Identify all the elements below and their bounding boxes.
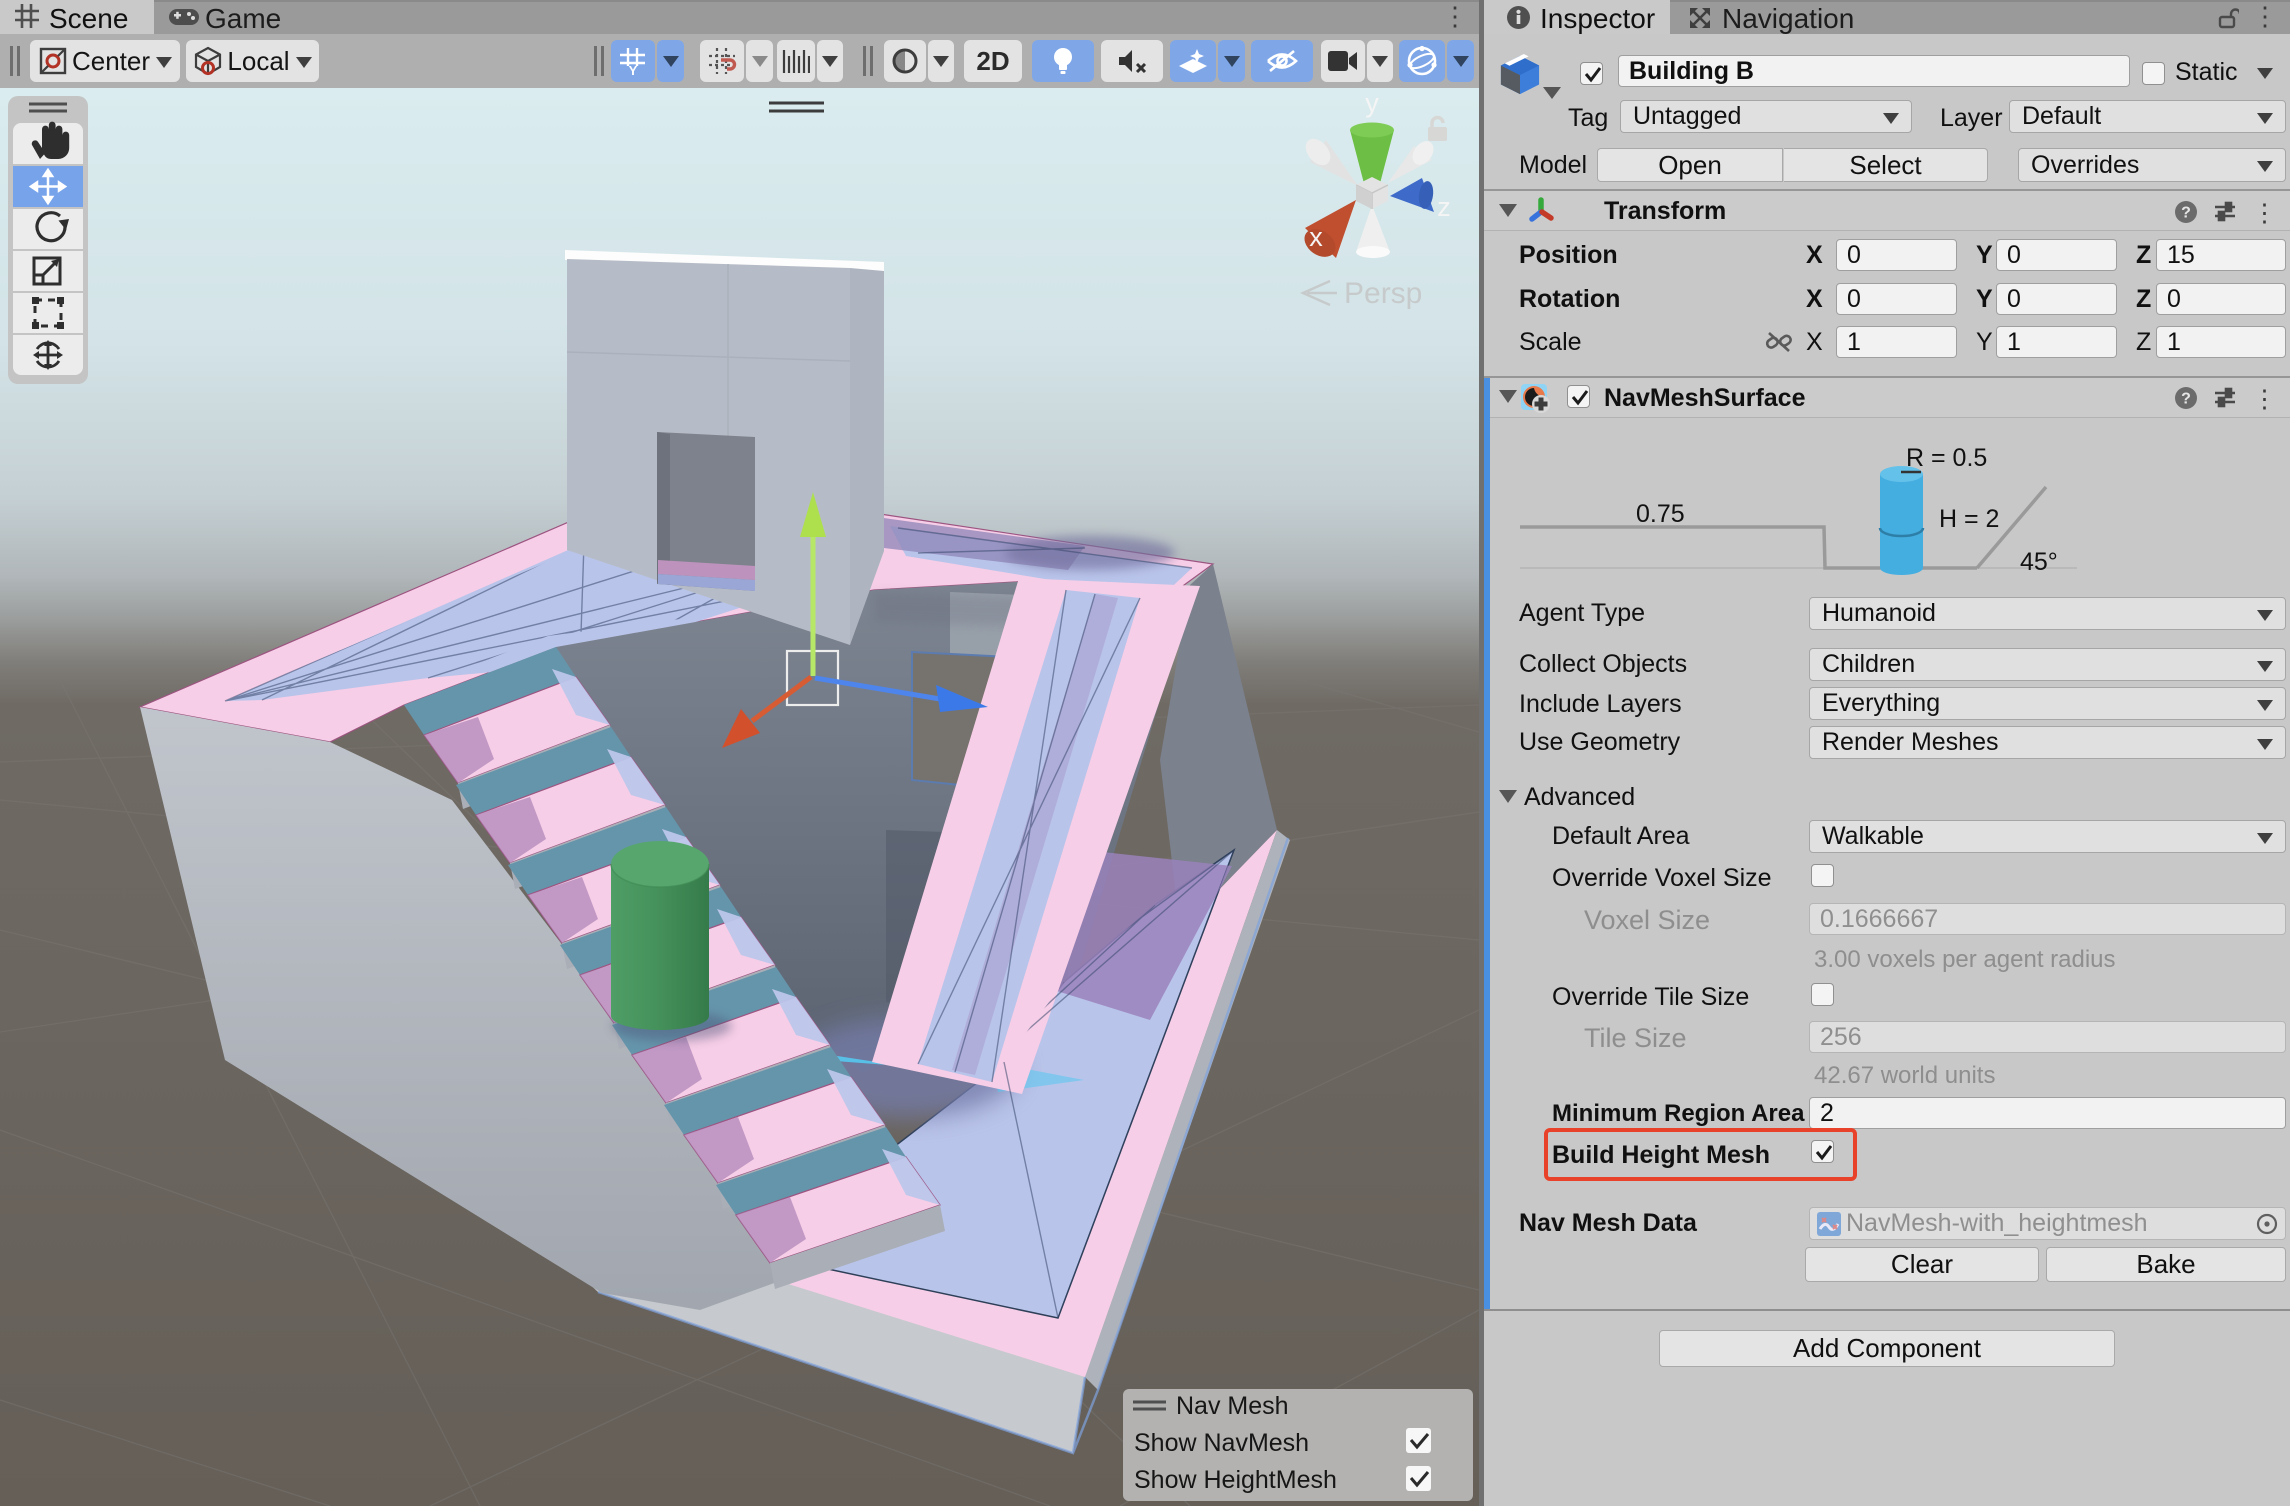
svg-text:Show HeightMesh: Show HeightMesh — [1134, 1466, 1337, 1494]
svg-text:?: ? — [2181, 205, 2191, 222]
svg-text:0.75: 0.75 — [1636, 500, 1685, 528]
svg-text:Nav Mesh: Nav Mesh — [1176, 1392, 1289, 1420]
svg-text:Y: Y — [629, 63, 638, 76]
svg-text:45°: 45° — [2020, 548, 2058, 576]
svg-text:z: z — [1437, 192, 1451, 222]
svg-text:y: y — [1365, 88, 1379, 118]
svg-text:H = 2: H = 2 — [1939, 505, 1999, 533]
svg-text:Show NavMesh: Show NavMesh — [1134, 1429, 1309, 1457]
svg-text:x: x — [1309, 222, 1323, 252]
svg-text:?: ? — [2181, 391, 2191, 408]
svg-text:Persp: Persp — [1344, 277, 1422, 310]
svg-text:R = 0.5: R = 0.5 — [1906, 444, 1987, 472]
